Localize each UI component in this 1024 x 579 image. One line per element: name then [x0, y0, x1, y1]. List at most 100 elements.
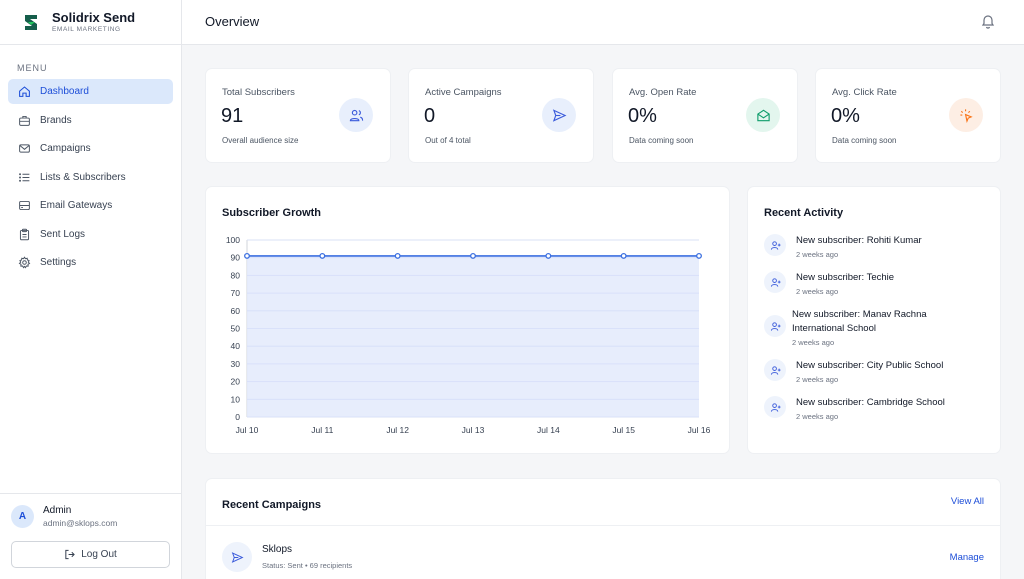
sidebar: Solidrix Send EMAIL MARKETING MENU Dashb… [0, 0, 182, 579]
brand[interactable]: Solidrix Send EMAIL MARKETING [22, 10, 135, 34]
subscriber-growth-chart: 0 10 20 30 40 50 60 70 80 90 100 Jul 10 Jul 11 Jul 12… [226, 235, 711, 435]
x-tick-label: Jul 13 [462, 425, 485, 435]
x-tick-label: Jul 14 [537, 425, 560, 435]
sidebar-item-lists-subscribers[interactable]: Lists & Subscribers [8, 165, 173, 190]
activity-title: Recent Activity [764, 207, 844, 219]
activity-title-text: New subscriber: Manav Rachna Internation… [792, 309, 927, 334]
y-tick-label: 0 [235, 412, 240, 422]
send-icon [222, 542, 252, 572]
sidebar-item-email-gateways[interactable]: Email Gateways [8, 193, 173, 218]
stat-value: 0% [628, 105, 657, 127]
y-tick-label: 40 [231, 341, 241, 351]
sidebar-item-label: Lists & Subscribers [40, 171, 126, 183]
data-point [696, 252, 702, 259]
x-tick-label: Jul 12 [386, 425, 409, 435]
stat-value: 0 [424, 105, 436, 127]
user-plus-icon [764, 315, 786, 337]
user-plus-icon [764, 396, 786, 418]
x-tick-label: Jul 11 [311, 425, 333, 435]
sidebar-item-label: Campaigns [40, 143, 91, 154]
data-point [470, 252, 476, 259]
campaigns-title: Recent Campaigns [222, 499, 322, 511]
clipboard-icon [17, 227, 31, 241]
y-tick-label: 100 [226, 235, 240, 245]
logout-button[interactable]: Log Out [11, 541, 170, 568]
sidebar-item-label: Dashboard [40, 86, 89, 97]
activity-item[interactable]: New subscriber: City Public School 2 week… [764, 359, 966, 385]
activity-time: 2 weeks ago [796, 375, 839, 384]
brand-subtitle: EMAIL MARKETING [52, 26, 121, 33]
avatar: A [11, 505, 34, 528]
topbar: Overview [182, 0, 1024, 45]
activity-item[interactable]: New subscriber: Rohiti Kumar 2 weeks ago [764, 234, 966, 260]
activity-title-text: New subscriber: Cambridge School [796, 397, 945, 408]
activity-item[interactable]: New subscriber: Techie 2 weeks ago [764, 271, 966, 297]
stat-subtext: Overall audience size [222, 136, 299, 145]
y-tick-label: 30 [231, 359, 241, 369]
send-icon [542, 98, 576, 132]
sidebar-item-label: Brands [40, 114, 72, 126]
stat-card-active-campaigns: Active Campaigns 0 Out of 4 total [408, 68, 594, 163]
activity-title-text: New subscriber: City Public School [796, 360, 944, 371]
sidebar-item-dashboard[interactable]: Dashboard [8, 79, 173, 104]
users-icon [339, 98, 373, 132]
stat-label: Active Campaigns [425, 87, 502, 98]
sidebar-item-label: Sent Logs [40, 228, 86, 240]
campaign-name[interactable]: Sklops [262, 544, 292, 555]
brand-logo-icon [25, 15, 37, 30]
stat-label: Avg. Open Rate [629, 87, 697, 98]
user-plus-icon [764, 234, 786, 256]
stat-card-click-rate: Avg. Click Rate 0% Data coming soon [815, 68, 1001, 163]
manage-campaign-link[interactable]: Manage [950, 552, 984, 563]
subscriber-growth-card: Subscriber Growth 0 10 20 30 40 50 60 70 80 90 100… [205, 186, 730, 454]
y-tick-label: 80 [231, 270, 241, 280]
x-tick-label: Jul 16 [688, 425, 711, 435]
activity-title-text: New subscriber: Techie [796, 272, 895, 283]
sidebar-item-campaigns[interactable]: Campaigns [8, 136, 173, 161]
view-all-link[interactable]: View All [951, 496, 984, 507]
data-point [394, 252, 401, 259]
logout-icon [65, 549, 75, 560]
activity-item[interactable]: New subscriber: Manav Rachna Internation… [764, 308, 972, 348]
envelope-open-icon [746, 98, 780, 132]
recent-activity-card: Recent Activity New subscriber: Rohiti K… [747, 186, 1001, 454]
stat-value: 0% [831, 105, 860, 127]
campaigns-divider [206, 525, 1000, 526]
user-plus-icon [764, 271, 786, 293]
sidebar-item-sent-logs[interactable]: Sent Logs [8, 222, 173, 247]
activity-item[interactable]: New subscriber: Cambridge School 2 weeks … [764, 396, 966, 422]
activity-time: 2 weeks ago [796, 250, 839, 259]
stat-label: Total Subscribers [222, 87, 295, 98]
gear-icon [17, 256, 31, 270]
data-point [244, 252, 250, 259]
sidebar-item-brands[interactable]: Brands [8, 108, 173, 133]
recent-campaigns-card: Recent Campaigns View All Sklops Status:… [205, 478, 1001, 579]
y-tick-label: 70 [231, 288, 241, 298]
stat-card-total-subscribers: Total Subscribers 91 Overall audience si… [205, 68, 391, 163]
stat-subtext: Data coming soon [629, 136, 694, 145]
data-point [620, 252, 627, 259]
page-title: Overview [205, 14, 260, 29]
sidebar-divider [0, 44, 181, 45]
bell-icon[interactable] [980, 13, 996, 30]
y-tick-label: 20 [231, 377, 241, 387]
stat-label: Avg. Click Rate [832, 87, 897, 98]
menu-label: MENU [17, 63, 48, 73]
logout-label: Log Out [81, 549, 117, 560]
data-point [545, 252, 552, 259]
sidebar-item-label: Email Gateways [40, 200, 113, 211]
y-tick-label: 50 [231, 324, 241, 334]
stat-subtext: Data coming soon [832, 136, 897, 145]
activity-time: 2 weeks ago [796, 287, 839, 296]
stat-value: 91 [221, 105, 244, 127]
user-divider [0, 493, 181, 494]
campaign-status: Status: Sent • 69 recipients [262, 561, 353, 570]
y-tick-label: 10 [231, 394, 241, 404]
sidebar-item-settings[interactable]: Settings [8, 250, 173, 275]
user-email: admin@sklops.com [43, 518, 118, 528]
stat-card-open-rate: Avg. Open Rate 0% Data coming soon [612, 68, 798, 163]
activity-time: 2 weeks ago [792, 338, 835, 347]
list-icon [17, 170, 31, 184]
brand-name: Solidrix Send [52, 10, 136, 25]
sidebar-item-label: Settings [40, 257, 77, 268]
